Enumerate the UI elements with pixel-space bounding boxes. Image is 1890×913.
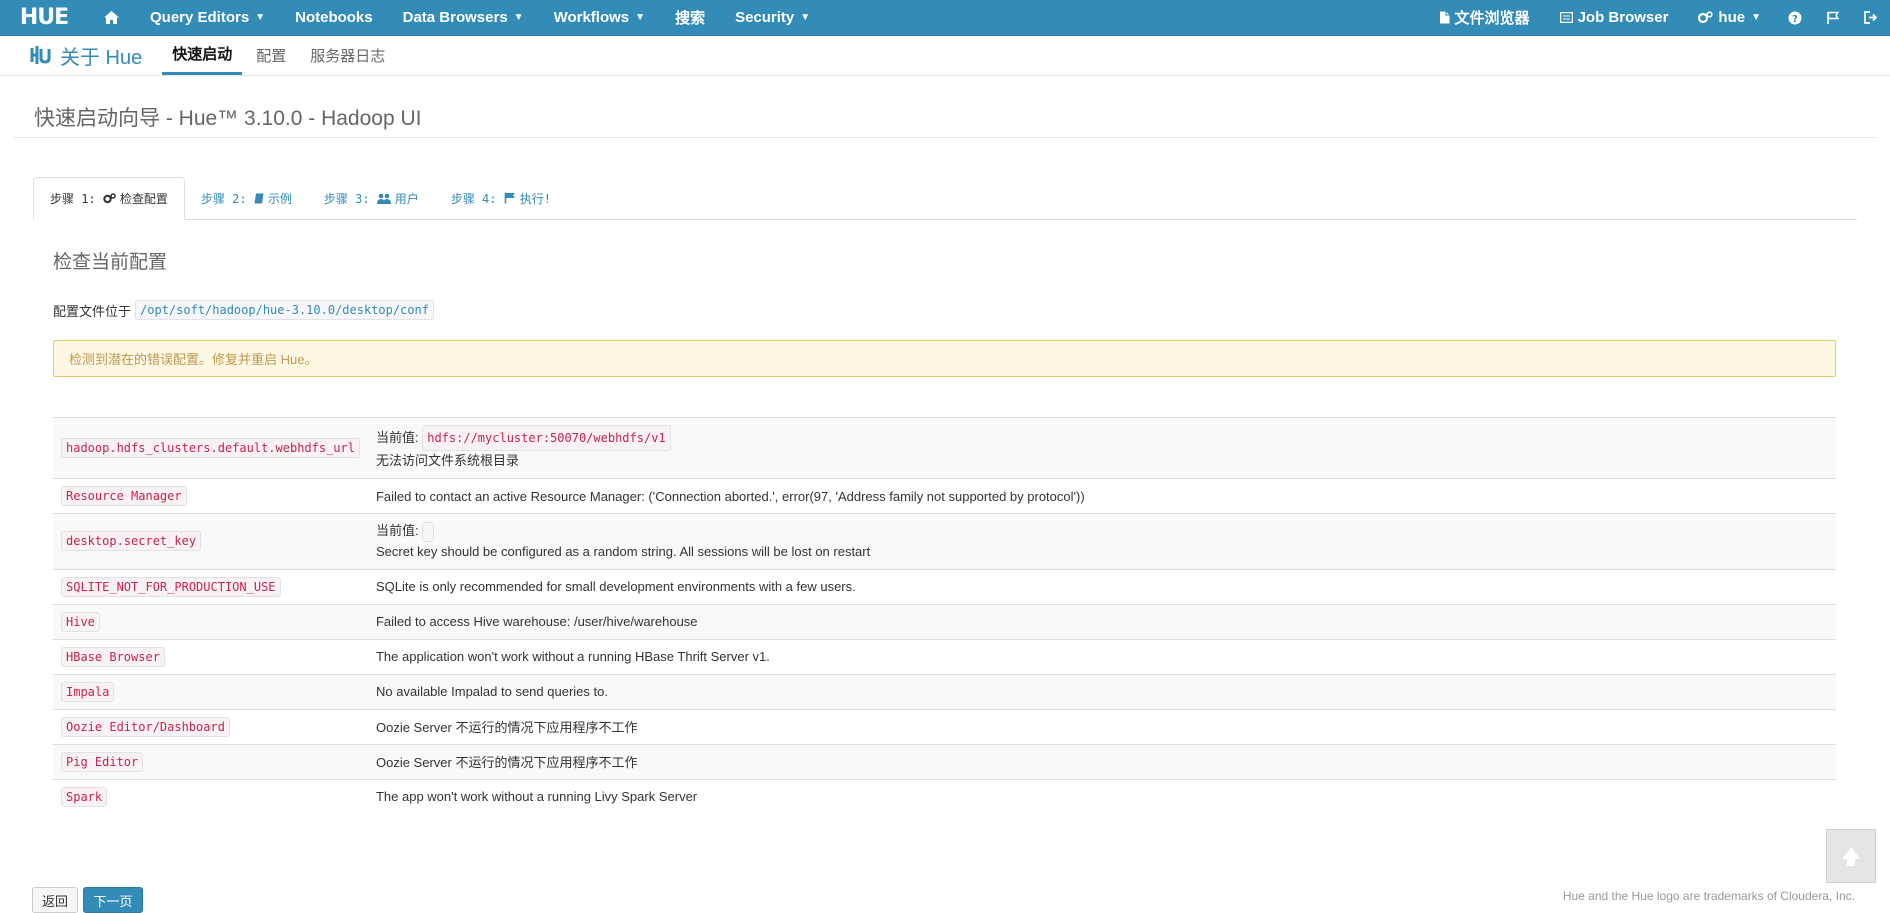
file-icon bbox=[1439, 11, 1450, 24]
config-location-label: 配置文件位于 bbox=[53, 303, 132, 319]
nav-workflows[interactable]: Workflows ▼ bbox=[539, 0, 660, 36]
table-row: Impala No available Impalad to send quer… bbox=[53, 673, 1836, 710]
table-row: Spark The app won't work without a runni… bbox=[53, 778, 1836, 814]
sign-out-icon bbox=[1864, 11, 1878, 24]
config-key: desktop.secret_key bbox=[61, 531, 202, 552]
nav-query-editors[interactable]: Query Editors ▼ bbox=[135, 0, 280, 36]
app-title[interactable]: 关于 Hue bbox=[30, 35, 142, 75]
question-icon: ? bbox=[1788, 11, 1802, 25]
config-message: 无法访问文件系统根目录 bbox=[375, 453, 519, 468]
config-key: Resource Manager bbox=[61, 486, 187, 506]
config-message: The application won't work without a run… bbox=[367, 638, 1836, 675]
step-3-tab[interactable]: 步骤 3: 用户 bbox=[308, 177, 435, 219]
section-title: 检查当前配置 bbox=[53, 252, 168, 273]
users-icon bbox=[376, 193, 391, 204]
home-icon bbox=[104, 11, 119, 24]
logout-button[interactable] bbox=[1852, 0, 1890, 36]
config-message: Oozie Server 不运行的情况下应用程序不工作 bbox=[367, 743, 1836, 780]
config-key: hadoop.hdfs_clusters.default.webhdfs_url bbox=[61, 438, 360, 458]
nav-search[interactable]: 搜索 bbox=[660, 0, 720, 36]
table-row: SQLITE_NOT_FOR_PRODUCTION_USE SQLite is … bbox=[53, 568, 1836, 605]
file-browser-link[interactable]: 文件浏览器 bbox=[1424, 0, 1545, 36]
divider bbox=[14, 137, 1876, 138]
wizard-steps: 步骤 1: 检查配置 步骤 2: 示例 步骤 3: 用户 步骤 4: 执行! bbox=[33, 177, 1857, 220]
help-button[interactable]: ? bbox=[1776, 0, 1814, 36]
config-location: 配置文件位于 /opt/soft/hadoop/hue-3.10.0/deskt… bbox=[53, 300, 434, 320]
misconfiguration-alert: 检测到潜在的错误配置。修复并重启 Hue。 bbox=[53, 340, 1836, 377]
config-message: SQLite is only recommended for small dev… bbox=[367, 568, 1836, 605]
scroll-to-top-button[interactable] bbox=[1826, 829, 1876, 883]
nav-data-browsers[interactable]: Data Browsers ▼ bbox=[388, 0, 539, 36]
config-key: Pig Editor bbox=[61, 751, 144, 772]
next-button[interactable]: 下一页 bbox=[83, 887, 143, 913]
hue-app-icon bbox=[30, 45, 52, 65]
list-icon bbox=[1559, 12, 1573, 23]
chevron-down-icon: ▼ bbox=[1751, 12, 1761, 23]
chevron-down-icon: ▼ bbox=[255, 12, 266, 23]
back-button[interactable]: 返回 bbox=[32, 887, 78, 913]
arrow-up-icon bbox=[1842, 847, 1860, 866]
nav-security[interactable]: Security ▼ bbox=[720, 0, 825, 36]
config-key: HBase Browser bbox=[61, 646, 165, 667]
table-row: hadoop.hdfs_clusters.default.webhdfs_url… bbox=[53, 417, 1836, 479]
step-2-tab[interactable]: 步骤 2: 示例 bbox=[185, 177, 308, 219]
quick-start-button[interactable] bbox=[1814, 0, 1852, 36]
chevron-down-icon: ▼ bbox=[635, 12, 646, 23]
current-value bbox=[422, 521, 435, 542]
cogs-icon bbox=[1698, 11, 1714, 24]
config-key: Impala bbox=[61, 681, 115, 702]
tab-configuration[interactable]: 配置 bbox=[246, 35, 296, 75]
nav-notebooks[interactable]: Notebooks bbox=[280, 0, 388, 36]
step-1-tab[interactable]: 步骤 1: 检查配置 bbox=[33, 177, 185, 220]
table-row: Hive Failed to access Hive warehouse: /u… bbox=[53, 603, 1836, 640]
table-row: Resource Manager Failed to contact an ac… bbox=[53, 478, 1836, 514]
config-message: Failed to contact an active Resource Man… bbox=[367, 478, 1836, 514]
current-value-label: 当前值: bbox=[375, 523, 419, 538]
step-4-tab[interactable]: 步骤 4: 执行! bbox=[435, 177, 567, 219]
svg-text:?: ? bbox=[1792, 14, 1798, 25]
config-key: Hive bbox=[61, 611, 100, 632]
tab-server-logs[interactable]: 服务器日志 bbox=[300, 35, 395, 75]
table-row: Pig Editor Oozie Server 不运行的情况下应用程序不工作 bbox=[53, 743, 1836, 780]
chevron-down-icon: ▼ bbox=[800, 12, 811, 23]
config-message: Secret key should be configured as a ran… bbox=[375, 543, 871, 559]
config-key: SQLITE_NOT_FOR_PRODUCTION_USE bbox=[61, 576, 281, 597]
config-path: /opt/soft/hadoop/hue-3.10.0/desktop/conf bbox=[135, 300, 434, 320]
home-button[interactable] bbox=[88, 0, 135, 36]
book-icon bbox=[254, 193, 264, 204]
hue-logo[interactable]: HUE bbox=[0, 0, 88, 36]
page-title: 快速启动向导 - Hue™ 3.10.0 - Hadoop UI bbox=[34, 107, 422, 130]
table-row: Oozie Editor/Dashboard Oozie Server 不运行的… bbox=[53, 708, 1836, 745]
config-key: Oozie Editor/Dashboard bbox=[61, 716, 230, 737]
table-row: desktop.secret_key 当前值: Secret key shoul… bbox=[53, 513, 1836, 570]
config-message: The app won't work without a running Liv… bbox=[367, 778, 1836, 814]
current-value: hdfs://mycluster:50070/webhdfs/v1 bbox=[422, 425, 671, 451]
tab-quick-start[interactable]: 快速启动 bbox=[162, 35, 243, 75]
config-key: Spark bbox=[61, 786, 108, 807]
user-menu[interactable]: hue ▼ bbox=[1683, 0, 1776, 36]
app-subnav: 关于 Hue 快速启动 配置 服务器日志 bbox=[0, 36, 1890, 76]
config-message: Oozie Server 不运行的情况下应用程序不工作 bbox=[367, 708, 1836, 745]
config-message: No available Impalad to send queries to. bbox=[367, 673, 1836, 710]
job-browser-link[interactable]: Job Browser bbox=[1545, 0, 1684, 36]
cogs-icon bbox=[103, 193, 116, 204]
chevron-down-icon: ▼ bbox=[513, 12, 524, 23]
config-message: Failed to access Hive warehouse: /user/h… bbox=[367, 603, 1836, 640]
config-check-table: hadoop.hdfs_clusters.default.webhdfs_url… bbox=[53, 417, 1836, 814]
flag-icon bbox=[1827, 11, 1840, 24]
current-value-label: 当前值: bbox=[375, 430, 419, 445]
footer-trademark: Hue and the Hue logo are trademarks of C… bbox=[1562, 889, 1855, 903]
table-row: HBase Browser The application won't work… bbox=[53, 638, 1836, 675]
top-navbar: HUE Query Editors ▼ Notebooks Data Brows… bbox=[0, 0, 1890, 36]
flag-icon bbox=[504, 192, 516, 204]
